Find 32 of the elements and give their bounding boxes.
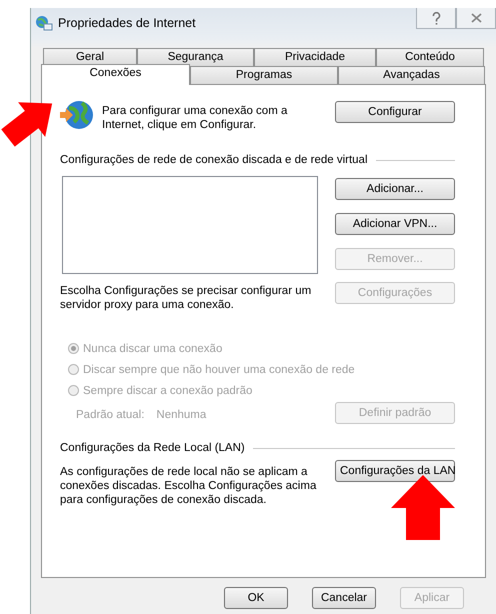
setup-description: Para configurar uma conexão com a Internet, clique em Configurar. <box>102 104 288 132</box>
help-button[interactable] <box>416 8 456 29</box>
section-heading: Configurações da Rede Local (LAN) <box>60 442 245 454</box>
tab[interactable]: Segurança <box>137 48 254 66</box>
cancel-button[interactable]: Cancelar <box>312 587 376 609</box>
add-button[interactable]: Adicionar VPN... <box>335 213 455 235</box>
default-label: Padrão atual: <box>76 409 144 421</box>
pointer-arrow <box>391 475 455 540</box>
radio-label: Sempre discar a conexão padrão <box>83 384 252 396</box>
tab[interactable]: Programas <box>190 66 338 84</box>
connections-list[interactable] <box>62 176 318 274</box>
ok-button[interactable]: OK <box>224 587 288 609</box>
default-value: Nenhuma <box>156 409 206 421</box>
close-icon <box>470 13 482 23</box>
lan-settings-button[interactable]: Configurações da LAN <box>335 460 455 482</box>
pointer-arrow <box>1 102 52 147</box>
close-button[interactable] <box>456 8 496 29</box>
proxy-description: Escolha Configurações se precisar configurar um servidor proxy para uma conexão. <box>60 284 312 312</box>
globe-icon <box>60 99 94 131</box>
tab[interactable]: Privacidade <box>254 48 376 66</box>
add-button[interactable]: Adicionar... <box>335 178 455 200</box>
radio-label: Nunca discar uma conexão <box>83 342 222 354</box>
tab[interactable]: Conteúdo <box>376 48 484 66</box>
internet-options-icon <box>35 15 53 31</box>
configure-button[interactable]: Configurar <box>335 101 455 123</box>
window-title: Propriedades de Internet <box>58 16 196 30</box>
lan-description: As configurações de rede local não se aplicam a conexões discadas. Escolha Configurações acima para configurações de conexão discada. <box>60 465 318 507</box>
tab[interactable]: Avançadas <box>338 66 485 84</box>
tab[interactable]: Conexões <box>41 64 190 85</box>
section-heading: Configurações de rede de conexão discada e de rede virtual <box>60 154 368 166</box>
radio-label: Discar sempre que não houver uma conexão de rede <box>83 364 355 376</box>
help-icon <box>432 12 440 24</box>
